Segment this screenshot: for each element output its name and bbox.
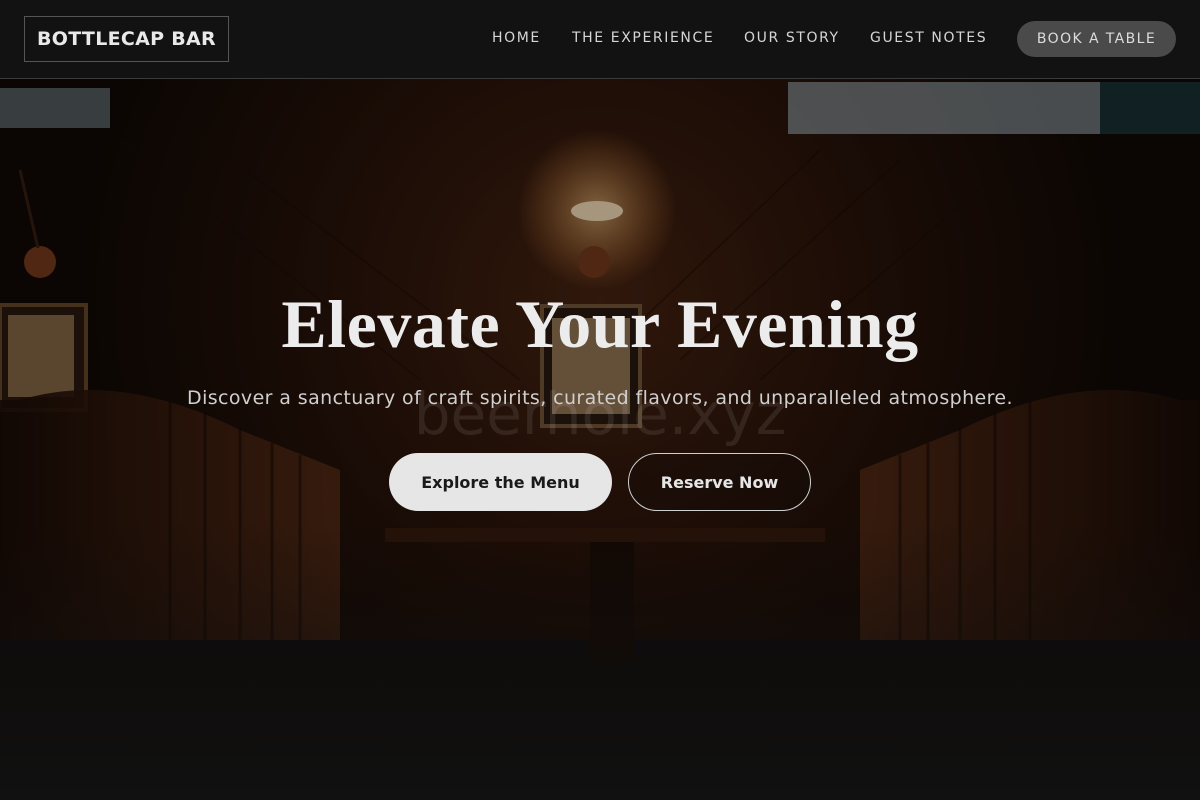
hero-title: Elevate Your Evening <box>281 286 919 362</box>
hero-subtitle: Discover a sanctuary of craft spirits, c… <box>187 387 1013 409</box>
reserve-now-button[interactable]: Reserve Now <box>628 453 811 511</box>
nav-link-guest-notes[interactable]: GUEST NOTES <box>870 30 987 46</box>
nav-link-home[interactable]: HOME <box>492 30 541 46</box>
explore-menu-button[interactable]: Explore the Menu <box>389 453 612 511</box>
brand-logo[interactable]: BOTTLECAP BAR <box>24 16 229 62</box>
top-navbar: BOTTLECAP BAR HOME THE EXPERIENCE OUR ST… <box>0 0 1200 79</box>
nav-link-experience[interactable]: THE EXPERIENCE <box>572 30 714 46</box>
nav-link-our-story[interactable]: OUR STORY <box>744 30 840 46</box>
book-table-button[interactable]: BOOK A TABLE <box>1017 21 1176 57</box>
